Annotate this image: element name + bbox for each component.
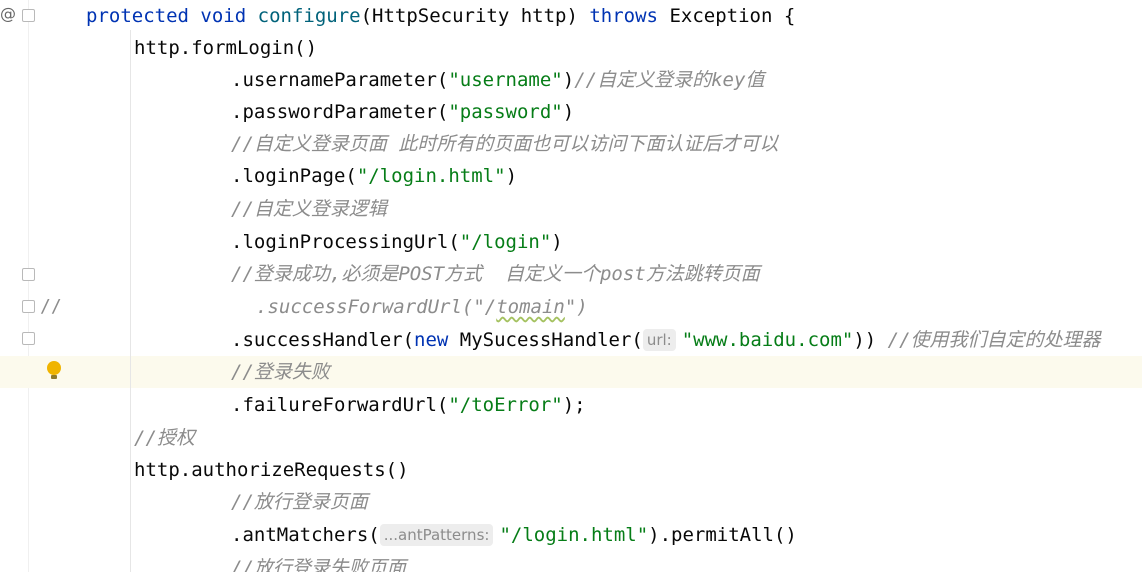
- code-line-4[interactable]: .passwordParameter("password"): [231, 96, 574, 128]
- code-text: .failureForwardUrl(: [231, 394, 449, 416]
- keyword: protected: [86, 5, 189, 27]
- code-line-16[interactable]: //放行登录页面: [231, 486, 368, 518]
- code-line-15[interactable]: http.authorizeRequests(): [134, 454, 409, 486]
- indent-guide: [130, 64, 131, 420]
- keyword: void: [200, 5, 247, 27]
- code-text: .loginPage(: [231, 165, 357, 187]
- code-line-12[interactable]: //登录失败: [231, 356, 330, 388]
- code-text: ): [562, 69, 575, 91]
- string-literal: "/login.html": [356, 165, 506, 187]
- lightbulb-icon[interactable]: [47, 361, 61, 375]
- code-text: ): [505, 165, 518, 187]
- code-line-3[interactable]: .usernameParameter("username")//自定义登录的ke…: [231, 64, 764, 96]
- code-line-7[interactable]: //自定义登录逻辑: [231, 193, 387, 225]
- code-line-8[interactable]: .loginProcessingUrl("/login"): [231, 226, 563, 258]
- annotation-marker-icon[interactable]: @: [0, 4, 16, 23]
- string-literal: "password": [448, 101, 563, 123]
- current-line-highlight: [0, 356, 1142, 388]
- editor-gutter: @ //: [0, 0, 82, 572]
- string-literal: "/login.html": [499, 524, 649, 546]
- code-line-5[interactable]: //自定义登录页面 此时所有的页面也可以访问下面认证后才可以: [231, 128, 778, 160]
- comment-typo: tomain: [496, 296, 565, 318]
- code-text: ).permitAll(): [648, 524, 797, 546]
- code-text: Exception {: [658, 5, 796, 27]
- code-text: );: [562, 394, 586, 416]
- code-text: ): [551, 231, 563, 253]
- code-text: MySucessHandler(: [448, 329, 643, 351]
- string-literal: "username": [448, 69, 563, 91]
- comment: //登录失败: [231, 361, 330, 383]
- lightbulb-base: [51, 375, 57, 379]
- code-text: (HttpSecurity http): [360, 5, 590, 27]
- code-text: .passwordParameter(: [231, 101, 449, 123]
- comment: //放行登录页面: [231, 491, 368, 513]
- string-literal: "/login": [459, 231, 552, 253]
- string-literal: "/toError": [448, 394, 563, 416]
- string-literal: "www.baidu.com": [681, 329, 854, 351]
- code-text: http.authorizeRequests(): [134, 459, 409, 481]
- code-line-13[interactable]: .failureForwardUrl("/toError");: [231, 389, 586, 421]
- code-line-17[interactable]: .antMatchers(...antPatterns: "/login.html…: [231, 519, 797, 551]
- parameter-hint: ...antPatterns:: [379, 524, 494, 546]
- comment: //自定义登录页面 此时所有的页面也可以访问下面认证后才可以: [231, 133, 779, 155]
- method-name: configure: [257, 5, 361, 27]
- comment: //自定义登录逻辑: [231, 198, 387, 220]
- fold-marker-icon[interactable]: [22, 332, 35, 345]
- code-line-10[interactable]: .successForwardUrl("/tomain"): [256, 291, 588, 323]
- fold-marker-icon[interactable]: [22, 9, 35, 22]
- gutter-separator: [28, 0, 29, 572]
- keyword: throws: [589, 5, 658, 27]
- code-text: )): [853, 329, 888, 351]
- code-line-9[interactable]: //登录成功,必须是POST方式 自定义一个post方法跳转页面: [231, 258, 760, 290]
- code-text: ): [562, 101, 575, 123]
- comment: //放行登录失败页面: [231, 557, 406, 572]
- code-line-18[interactable]: //放行登录失败页面: [231, 552, 406, 572]
- comment: //使用我们自定的处理器: [887, 329, 1101, 351]
- code-text: http.formLogin(): [134, 37, 318, 59]
- code-line-11[interactable]: .successHandler(new MySucessHandler(url:…: [231, 324, 1101, 356]
- fold-marker-icon[interactable]: [22, 268, 35, 281]
- code-text: .antMatchers(: [231, 524, 380, 546]
- code-line-6[interactable]: .loginPage("/login.html"): [231, 160, 517, 192]
- fold-marker-icon[interactable]: [22, 300, 35, 313]
- comment: "): [564, 296, 588, 318]
- comment: .successForwardUrl("/: [256, 296, 497, 318]
- code-line-2[interactable]: http.formLogin(): [134, 32, 317, 64]
- code-text: .successHandler(: [231, 329, 415, 351]
- code-line-1[interactable]: protected void configure(HttpSecurity ht…: [86, 0, 795, 32]
- code-line-14[interactable]: //授权: [134, 422, 195, 454]
- parameter-hint: url:: [642, 329, 676, 351]
- keyword: new: [414, 329, 449, 351]
- comment: //自定义登录的key值: [574, 69, 765, 91]
- code-text: .loginProcessingUrl(: [231, 231, 460, 253]
- comment: //登录成功,必须是POST方式 自定义一个post方法跳转页面: [231, 263, 760, 285]
- code-editor[interactable]: @ // protected void configure(HttpSecuri…: [0, 0, 1142, 572]
- comment: //授权: [134, 427, 195, 449]
- commented-line-marker: //: [40, 296, 62, 317]
- code-text: .usernameParameter(: [231, 69, 449, 91]
